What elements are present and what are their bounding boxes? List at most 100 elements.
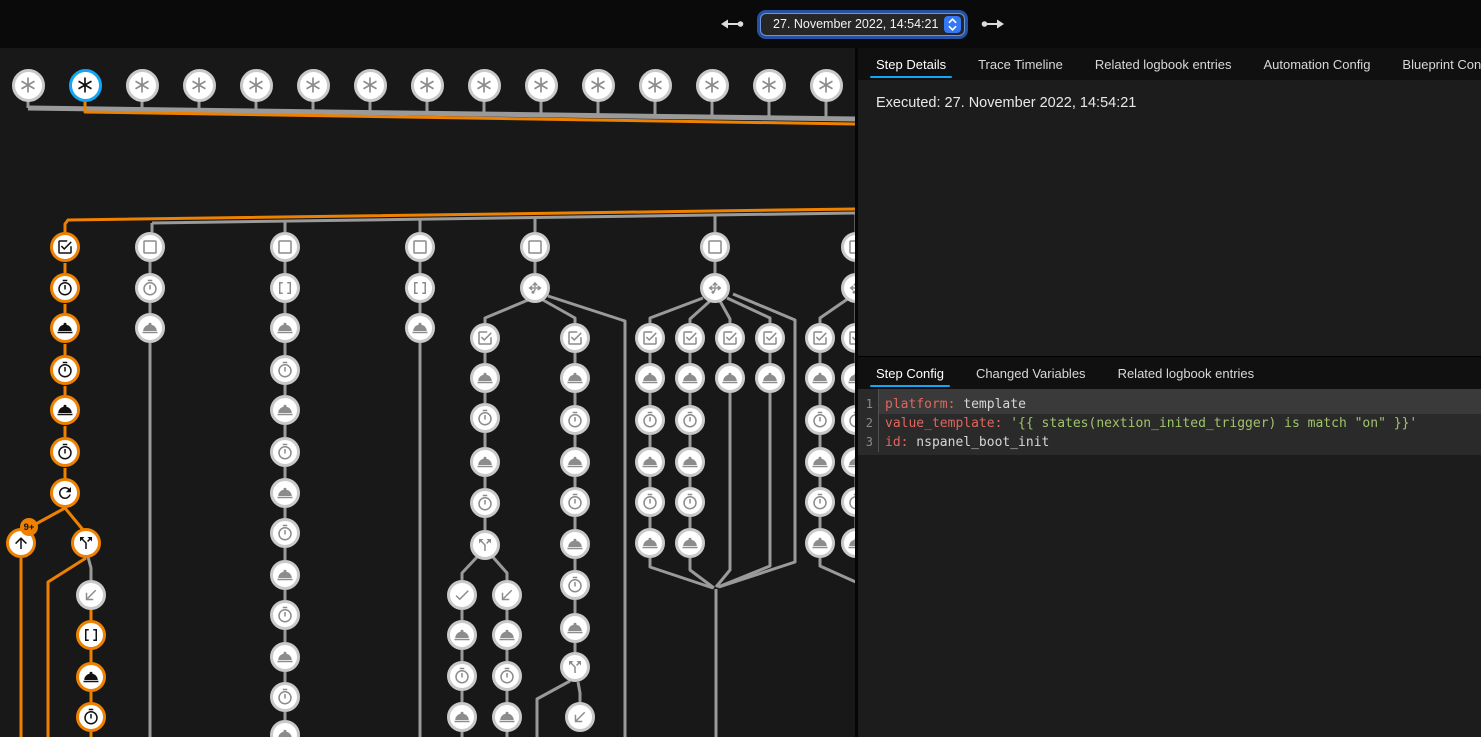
- trace-node-refresh[interactable]: [50, 478, 80, 508]
- trace-node-bell[interactable]: [675, 528, 705, 558]
- trace-node-bell[interactable]: [135, 313, 165, 343]
- trace-node-bell[interactable]: [50, 395, 80, 425]
- trace-node-asterisk[interactable]: [753, 69, 786, 102]
- trace-node-timer[interactable]: [50, 437, 80, 467]
- tab-trace-timeline[interactable]: Trace Timeline: [962, 48, 1079, 80]
- trace-node-arrow-bottom-left[interactable]: [492, 580, 522, 610]
- trace-node-timer[interactable]: [270, 518, 300, 548]
- trace-node-timer[interactable]: [805, 405, 835, 435]
- trace-node-asterisk[interactable]: [240, 69, 273, 102]
- tab-changed-variables[interactable]: Changed Variables: [960, 357, 1102, 389]
- trace-node-checkbox[interactable]: [50, 232, 80, 262]
- trace-node-timer[interactable]: [675, 487, 705, 517]
- trace-node-bell[interactable]: [270, 395, 300, 425]
- previous-run-button[interactable]: [718, 12, 746, 36]
- trace-node-asterisk[interactable]: [411, 69, 444, 102]
- trace-node-bell[interactable]: [492, 620, 522, 650]
- trace-node-timer[interactable]: [675, 405, 705, 435]
- trace-node-square[interactable]: [135, 232, 165, 262]
- trace-node-timer[interactable]: [135, 273, 165, 303]
- trace-node-timer[interactable]: [470, 488, 500, 518]
- trace-node-brackets[interactable]: [270, 273, 300, 303]
- trace-node-arrow-decision[interactable]: [520, 273, 550, 303]
- trace-node-timer[interactable]: [270, 355, 300, 385]
- trace-node-checkbox[interactable]: [755, 323, 785, 353]
- trace-node-square[interactable]: [270, 232, 300, 262]
- trace-node-bell[interactable]: [270, 560, 300, 590]
- trace-node-bell[interactable]: [405, 313, 435, 343]
- trace-node-arrow-bottom-left[interactable]: [76, 580, 106, 610]
- trace-node-bell[interactable]: [675, 447, 705, 477]
- trace-node-bell[interactable]: [447, 620, 477, 650]
- trace-node-asterisk[interactable]: [12, 69, 45, 102]
- tab-related-logbook-entries[interactable]: Related logbook entries: [1102, 357, 1271, 389]
- next-run-button[interactable]: [979, 12, 1007, 36]
- trace-node-asterisk[interactable]: [354, 69, 387, 102]
- trace-node-timer[interactable]: [270, 600, 300, 630]
- trace-node-bell[interactable]: [76, 662, 106, 692]
- trace-node-asterisk[interactable]: [69, 69, 102, 102]
- tab-blueprint-config[interactable]: Blueprint Config: [1386, 48, 1481, 80]
- trace-node-call-split[interactable]: [470, 530, 500, 560]
- trace-node-bell[interactable]: [470, 447, 500, 477]
- yaml-code-editor[interactable]: 1platform: template2value_template: '{{ …: [858, 389, 1481, 455]
- tab-automation-config[interactable]: Automation Config: [1247, 48, 1386, 80]
- trace-node-square[interactable]: [405, 232, 435, 262]
- trace-node-bell[interactable]: [755, 363, 785, 393]
- trace-node-timer[interactable]: [50, 355, 80, 385]
- trace-node-timer[interactable]: [560, 405, 590, 435]
- trace-node-timer[interactable]: [635, 487, 665, 517]
- trace-node-timer[interactable]: [560, 570, 590, 600]
- trace-node-timer[interactable]: [270, 437, 300, 467]
- trace-node-asterisk[interactable]: [525, 69, 558, 102]
- trace-node-timer[interactable]: [635, 405, 665, 435]
- trace-node-asterisk[interactable]: [582, 69, 615, 102]
- trace-node-bell[interactable]: [270, 642, 300, 672]
- trace-node-brackets[interactable]: [76, 620, 106, 650]
- trace-node-timer[interactable]: [805, 487, 835, 517]
- trace-node-arrow-decision[interactable]: [700, 273, 730, 303]
- trace-node-bell[interactable]: [50, 313, 80, 343]
- trace-node-checkbox[interactable]: [675, 323, 705, 353]
- trace-node-checkbox[interactable]: [470, 323, 500, 353]
- trace-node-bell[interactable]: [447, 702, 477, 732]
- trace-node-checkbox[interactable]: [635, 323, 665, 353]
- trace-node-bell[interactable]: [560, 363, 590, 393]
- trace-node-timer[interactable]: [560, 487, 590, 517]
- tab-related-logbook-entries[interactable]: Related logbook entries: [1079, 48, 1248, 80]
- trace-node-bell[interactable]: [715, 363, 745, 393]
- trace-node-square[interactable]: [520, 232, 550, 262]
- trace-node-bell[interactable]: [560, 529, 590, 559]
- trace-node-arrow-bottom-left[interactable]: [565, 702, 595, 732]
- trace-node-timer[interactable]: [50, 273, 80, 303]
- trace-node-bell[interactable]: [805, 528, 835, 558]
- tab-step-config[interactable]: Step Config: [860, 357, 960, 389]
- trace-node-call-split[interactable]: [71, 528, 101, 558]
- trace-node-asterisk[interactable]: [696, 69, 729, 102]
- trace-node-bell[interactable]: [635, 363, 665, 393]
- trace-node-bell[interactable]: [270, 478, 300, 508]
- trace-node-timer[interactable]: [492, 661, 522, 691]
- trace-node-timer[interactable]: [270, 682, 300, 712]
- trace-node-bell[interactable]: [492, 702, 522, 732]
- trace-node-checkbox[interactable]: [715, 323, 745, 353]
- trace-node-timer[interactable]: [447, 661, 477, 691]
- trace-node-asterisk[interactable]: [126, 69, 159, 102]
- trace-node-bell[interactable]: [805, 447, 835, 477]
- trace-node-bell[interactable]: [560, 613, 590, 643]
- trace-node-bell[interactable]: [635, 447, 665, 477]
- trace-node-bell[interactable]: [805, 363, 835, 393]
- trace-node-checkbox[interactable]: [560, 323, 590, 353]
- trace-node-brackets[interactable]: [405, 273, 435, 303]
- trace-node-asterisk[interactable]: [183, 69, 216, 102]
- trace-node-asterisk[interactable]: [639, 69, 672, 102]
- trace-node-checkbox[interactable]: [805, 323, 835, 353]
- trace-node-timer[interactable]: [470, 403, 500, 433]
- trace-node-bell[interactable]: [270, 313, 300, 343]
- tab-step-details[interactable]: Step Details: [860, 48, 962, 80]
- trace-node-bell[interactable]: [470, 363, 500, 393]
- trace-node-asterisk[interactable]: [468, 69, 501, 102]
- trace-node-call-split[interactable]: [560, 652, 590, 682]
- trace-node-bell[interactable]: [560, 447, 590, 477]
- trace-node-timer[interactable]: [76, 702, 106, 732]
